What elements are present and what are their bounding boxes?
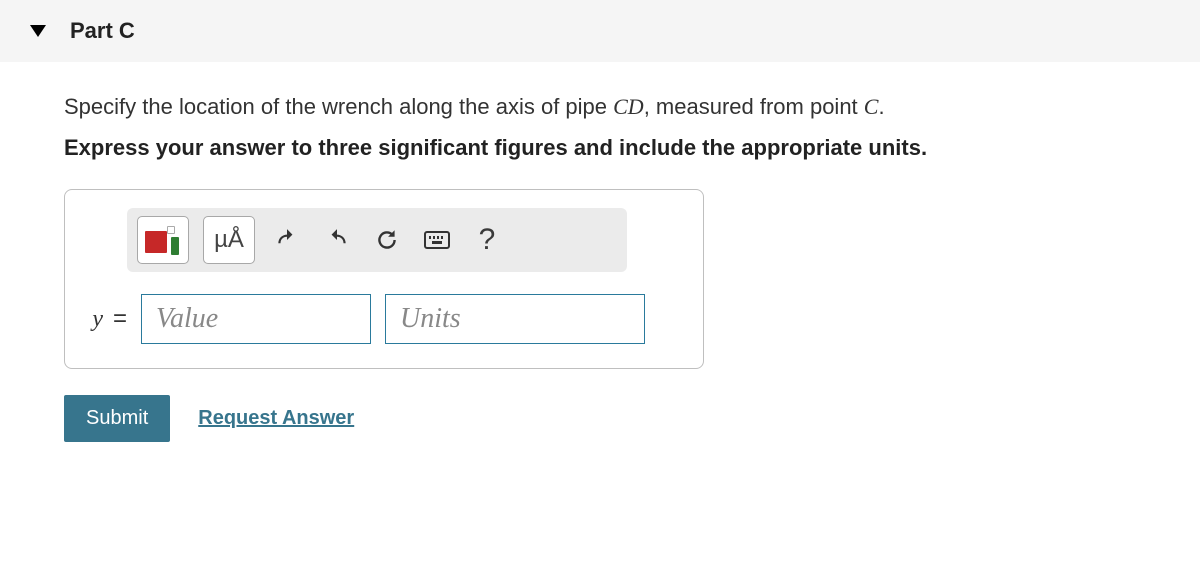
keyboard-button[interactable] xyxy=(419,222,455,258)
answer-toolbar: µÅ ? xyxy=(127,208,627,272)
variable-label: y = xyxy=(85,305,127,333)
undo-button[interactable] xyxy=(269,222,305,258)
prompt-text-pre: Specify the location of the wrench along… xyxy=(64,94,613,119)
request-answer-link[interactable]: Request Answer xyxy=(198,407,354,430)
math-c: C xyxy=(864,94,879,119)
action-row: Submit Request Answer xyxy=(64,395,1136,442)
special-characters-button[interactable]: µÅ xyxy=(203,216,255,264)
part-content: Specify the location of the wrench along… xyxy=(0,62,1200,460)
redo-button[interactable] xyxy=(319,222,355,258)
part-header[interactable]: Part C xyxy=(0,0,1200,62)
math-cd: CD xyxy=(613,94,644,119)
help-button[interactable]: ? xyxy=(469,222,505,258)
answer-box: µÅ ? y = Value xyxy=(64,189,704,369)
answer-instruction: Express your answer to three significant… xyxy=(64,135,1136,161)
prompt-text-post: . xyxy=(878,94,884,119)
value-placeholder: Value xyxy=(156,303,218,335)
variable-symbol: y xyxy=(92,306,103,332)
templates-icon xyxy=(145,225,181,255)
prompt-text-mid: , measured from point xyxy=(644,94,864,119)
value-input[interactable]: Value xyxy=(141,294,371,344)
units-placeholder: Units xyxy=(400,303,461,335)
collapse-caret-icon[interactable] xyxy=(30,25,46,37)
part-title: Part C xyxy=(70,18,135,44)
help-icon: ? xyxy=(479,223,496,257)
redo-icon xyxy=(324,227,350,253)
units-input[interactable]: Units xyxy=(385,294,645,344)
templates-button[interactable] xyxy=(137,216,189,264)
answer-input-row: y = Value Units xyxy=(85,294,689,344)
submit-button[interactable]: Submit xyxy=(64,395,170,442)
keyboard-icon xyxy=(424,231,450,249)
equals-sign: = xyxy=(113,305,127,332)
undo-icon xyxy=(274,227,300,253)
reset-button[interactable] xyxy=(369,222,405,258)
mu-angstrom-icon: µÅ xyxy=(214,226,244,254)
reset-icon xyxy=(374,227,400,253)
question-prompt: Specify the location of the wrench along… xyxy=(64,90,1136,123)
